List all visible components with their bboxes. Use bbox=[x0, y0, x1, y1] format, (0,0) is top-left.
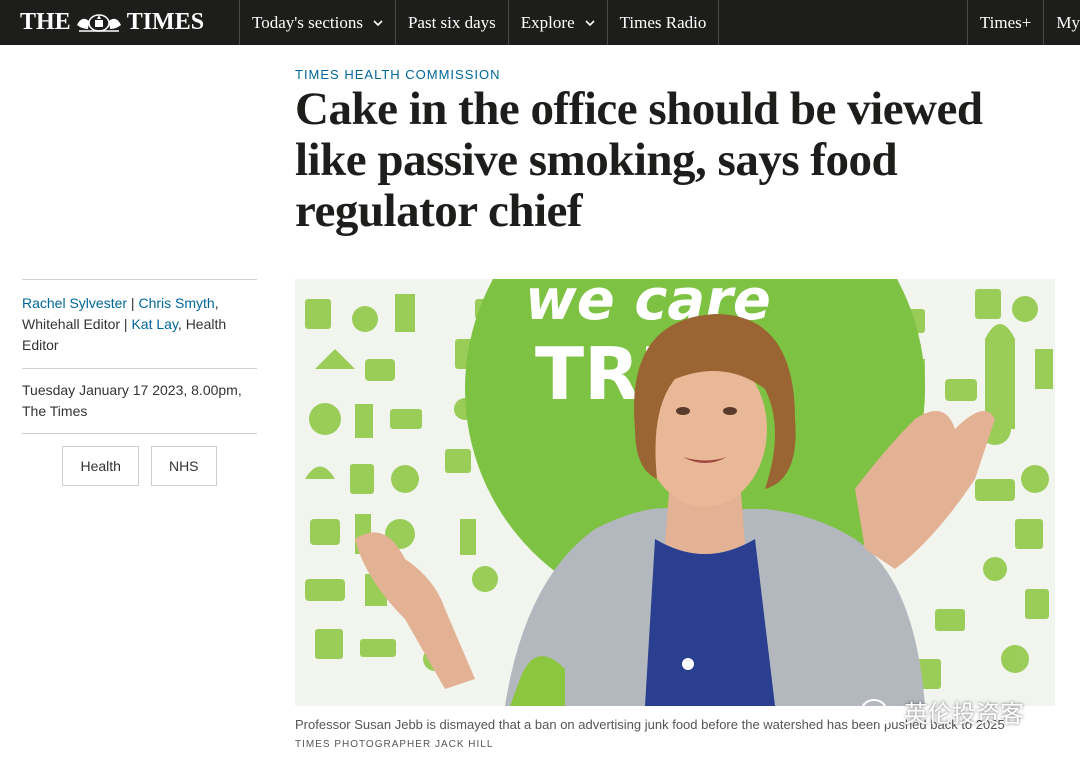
tag-nhs[interactable]: NHS bbox=[150, 446, 217, 486]
crest-icon bbox=[76, 13, 121, 32]
byline: Rachel Sylvester | Chris Smyth, Whitehal… bbox=[22, 280, 257, 368]
watermark: 英伦投资客 bbox=[860, 694, 1024, 729]
author-link[interactable]: Kat Lay bbox=[131, 316, 177, 332]
author-role: Whitehall Editor bbox=[22, 316, 121, 332]
nav-label: Today's sections bbox=[252, 12, 363, 32]
nav-label: Explore bbox=[520, 12, 575, 32]
nav-past-six-days[interactable]: Past six days bbox=[396, 0, 509, 45]
top-nav: THE TIMES Today's sections Past six days… bbox=[0, 0, 1080, 45]
separator: , bbox=[214, 295, 219, 311]
article-headline: Cake in the office should be viewed like… bbox=[295, 83, 983, 237]
chevron-down-icon bbox=[585, 19, 595, 26]
logo-text-right: TIMES bbox=[126, 9, 205, 35]
photo-credit: TIMES PHOTOGRAPHER JACK HILL bbox=[295, 739, 494, 750]
nav-label: Times Radio bbox=[619, 12, 707, 32]
nav-times-plus[interactable]: Times+ bbox=[966, 0, 1045, 45]
separator: | bbox=[120, 316, 132, 332]
separator: , bbox=[177, 316, 186, 332]
chevron-down-icon bbox=[373, 19, 383, 26]
nav-label: Times+ bbox=[979, 12, 1032, 32]
tag-health[interactable]: Health bbox=[62, 446, 139, 486]
wechat-icon bbox=[861, 698, 895, 724]
photo-illustration: we care TRU bbox=[295, 279, 1055, 706]
nav-times-radio[interactable]: Times Radio bbox=[608, 0, 720, 45]
nav-explore[interactable]: Explore bbox=[509, 0, 608, 45]
logo-text-left: THE bbox=[20, 9, 71, 35]
article-kicker[interactable]: TIMES HEALTH COMMISSION bbox=[295, 67, 501, 82]
author-link[interactable]: Chris Smyth bbox=[138, 295, 214, 311]
article-photo[interactable]: we care TRU bbox=[295, 279, 1055, 706]
watermark-text: 英伦投资客 bbox=[904, 700, 1024, 728]
author-link[interactable]: Rachel Sylvester bbox=[22, 295, 127, 311]
nav-todays-sections[interactable]: Today's sections bbox=[240, 0, 396, 45]
nav-my-account[interactable]: My bbox=[1044, 0, 1080, 45]
separator: | bbox=[127, 295, 139, 311]
nav-label: Past six days bbox=[407, 12, 496, 32]
publish-date: Tuesday January 17 2023, 8.00pm, The Tim… bbox=[22, 368, 257, 434]
nav-label: My bbox=[1056, 12, 1080, 32]
article-sidebar: Rachel Sylvester | Chris Smyth, Whitehal… bbox=[22, 279, 257, 486]
times-logo[interactable]: THE TIMES bbox=[0, 0, 240, 45]
topic-tags: Health NHS bbox=[22, 446, 257, 486]
